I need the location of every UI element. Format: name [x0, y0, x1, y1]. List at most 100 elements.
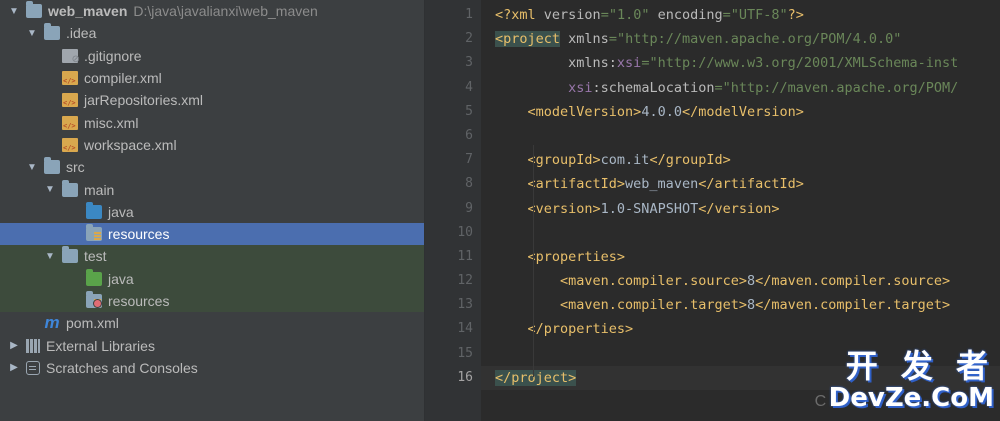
tag-text: 8 — [746, 273, 756, 290]
tree-item-label: External Libraries — [46, 337, 155, 354]
tree-item-label: test — [84, 248, 107, 265]
root-path: D:\java\javalianxi\web_maven — [133, 3, 318, 20]
line-number: 5 — [465, 103, 473, 119]
scratches-icon — [26, 360, 40, 375]
attr-value: ="http://maven.apache.org/POM/ — [714, 79, 959, 96]
ide-window: ▼ web_maven D:\java\javalianxi\web_maven… — [0, 0, 1000, 421]
xml-declaration-open: <?xml — [495, 7, 544, 23]
chevron-down-icon[interactable]: ▼ — [44, 250, 56, 262]
xml-file-icon — [62, 115, 78, 130]
tree-item-label: jarRepositories.xml — [84, 92, 204, 109]
tag-close: </groupId> — [649, 152, 731, 169]
tree-item-jarrepositories-xml[interactable]: jarRepositories.xml — [0, 89, 424, 111]
tree-item-gitignore[interactable]: .gitignore — [0, 45, 424, 67]
folder-icon — [26, 1, 42, 19]
code-line-9: <version>1.0-SNAPSHOT</version> — [495, 197, 1000, 221]
chevron-down-icon[interactable]: ▼ — [26, 161, 38, 173]
chevron-right-icon[interactable]: ▶ — [8, 340, 20, 352]
tag-close: </version> — [698, 200, 780, 217]
tag-close: </maven.compiler.source> — [755, 273, 951, 290]
tree-item-label: main — [84, 181, 115, 198]
xml-file-icon — [62, 137, 78, 152]
tree-item-test[interactable]: ▼ test — [0, 245, 424, 268]
resources-folder-icon — [86, 224, 102, 242]
tree-item-label: misc.xml — [84, 114, 139, 131]
tree-item-label: .idea — [66, 25, 97, 42]
tag-open: <artifactId> — [495, 176, 626, 193]
attr-value: ="http://www.w3.org/2001/XMLSchema-inst — [641, 55, 959, 72]
attr-name: xmlns: — [495, 55, 617, 72]
tree-item-compiler-xml[interactable]: compiler.xml — [0, 67, 424, 89]
test-resources-folder-icon — [86, 291, 102, 308]
tree-item-workspace-xml[interactable]: workspace.xml — [0, 134, 424, 156]
line-number-text: 11 — [457, 248, 473, 264]
line-number: 13 — [457, 297, 473, 313]
line-number: 4 — [465, 79, 473, 95]
maven-icon: m — [44, 313, 60, 333]
folder-icon — [62, 179, 78, 197]
code-line-2: <project xmlns="http://maven.apache.org/… — [495, 27, 1000, 51]
watermark: C 开 发 者 DevZe.CoM — [815, 341, 994, 413]
chevron-down-icon[interactable]: ▼ — [26, 27, 38, 39]
xml-file-icon — [62, 71, 78, 86]
line-number-text: 16 — [457, 369, 473, 385]
chevron-right-icon[interactable]: ▶ — [8, 362, 20, 374]
attr-name: :schemaLocation — [592, 79, 715, 96]
line-number-text: 14 — [457, 321, 473, 337]
line-number-gutter[interactable]: 1 2 3 4 5 6 7 8 9 10 11 12 13 14 15 16 — [425, 0, 493, 421]
chevron-down-icon[interactable]: ▼ — [44, 184, 56, 196]
code-line-11: <properties> — [495, 245, 1000, 269]
tree-item-idea[interactable]: ▼ .idea — [0, 22, 424, 44]
project-tree[interactable]: ▼ web_maven D:\java\javalianxi\web_maven… — [0, 0, 425, 421]
line-number: 9 — [465, 200, 473, 216]
code-editor[interactable]: <?xml version="1.0" encoding="UTF-8"?> <… — [481, 0, 1000, 421]
root-name: web_maven — [48, 3, 128, 20]
attr-name: xmlns — [560, 31, 609, 48]
tag-text: 4.0.0 — [641, 103, 682, 120]
folder-icon — [62, 246, 78, 264]
tree-item-external-libraries[interactable]: ▶ External Libraries — [0, 334, 424, 356]
gitignore-file-icon — [62, 48, 80, 65]
library-icon — [26, 338, 40, 353]
tag-open: <groupId> — [495, 152, 601, 169]
tag-open: <properties> — [495, 248, 626, 265]
namespace: xsi — [495, 79, 593, 96]
tree-item-misc-xml[interactable]: misc.xml — [0, 111, 424, 133]
tag-text: 1.0-SNAPSHOT — [600, 200, 699, 217]
tag-open: <version> — [495, 200, 601, 217]
tree-item-scratches[interactable]: ▶ Scratches and Consoles — [0, 357, 424, 379]
source-folder-icon — [86, 201, 102, 219]
tag-open: <modelVersion> — [495, 103, 642, 120]
tree-item-label: Scratches and Consoles — [46, 359, 198, 376]
tag-close: </properties> — [495, 321, 634, 338]
tree-item-src[interactable]: ▼ src — [0, 156, 424, 178]
code-line-3: xmlns:xsi="http://www.w3.org/2001/XMLSch… — [495, 51, 1000, 75]
folder-icon — [44, 23, 60, 41]
tree-item-label: compiler.xml — [84, 70, 162, 87]
line-number: 7 — [465, 152, 473, 168]
tree-root-web-maven[interactable]: ▼ web_maven D:\java\javalianxi\web_maven — [0, 0, 424, 22]
xml-file-icon — [62, 93, 78, 108]
tree-item-main[interactable]: ▼ main — [0, 178, 424, 200]
xml-declaration-close: ?> — [787, 7, 804, 23]
tree-item-pom-xml[interactable]: m pom.xml — [0, 312, 424, 334]
watermark-line2: DevZe.CoM — [828, 383, 994, 413]
folder-icon — [44, 157, 60, 175]
tree-item-label: java — [108, 203, 134, 220]
tree-item-label: resources — [108, 293, 170, 309]
tree-item-label: resources — [108, 226, 170, 243]
code-line-12: <maven.compiler.source>8</maven.compiler… — [495, 269, 1000, 293]
tree-item-label: .gitignore — [84, 47, 142, 64]
line-number: 11 — [425, 245, 493, 269]
tree-item-main-java[interactable]: java — [0, 201, 424, 223]
tree-item-test-resources[interactable]: resources — [0, 289, 424, 313]
tree-item-test-java[interactable]: java — [0, 267, 424, 290]
tag-text: 8 — [746, 297, 756, 314]
chevron-down-icon[interactable]: ▼ — [8, 5, 20, 17]
code-line-14: </properties> — [495, 317, 1000, 341]
tree-item-main-resources[interactable]: resources — [0, 222, 424, 246]
code-line-1: <?xml version="1.0" encoding="UTF-8"?> — [495, 3, 1000, 27]
line-number: 6 — [465, 127, 473, 143]
line-number: 3 — [465, 55, 473, 71]
